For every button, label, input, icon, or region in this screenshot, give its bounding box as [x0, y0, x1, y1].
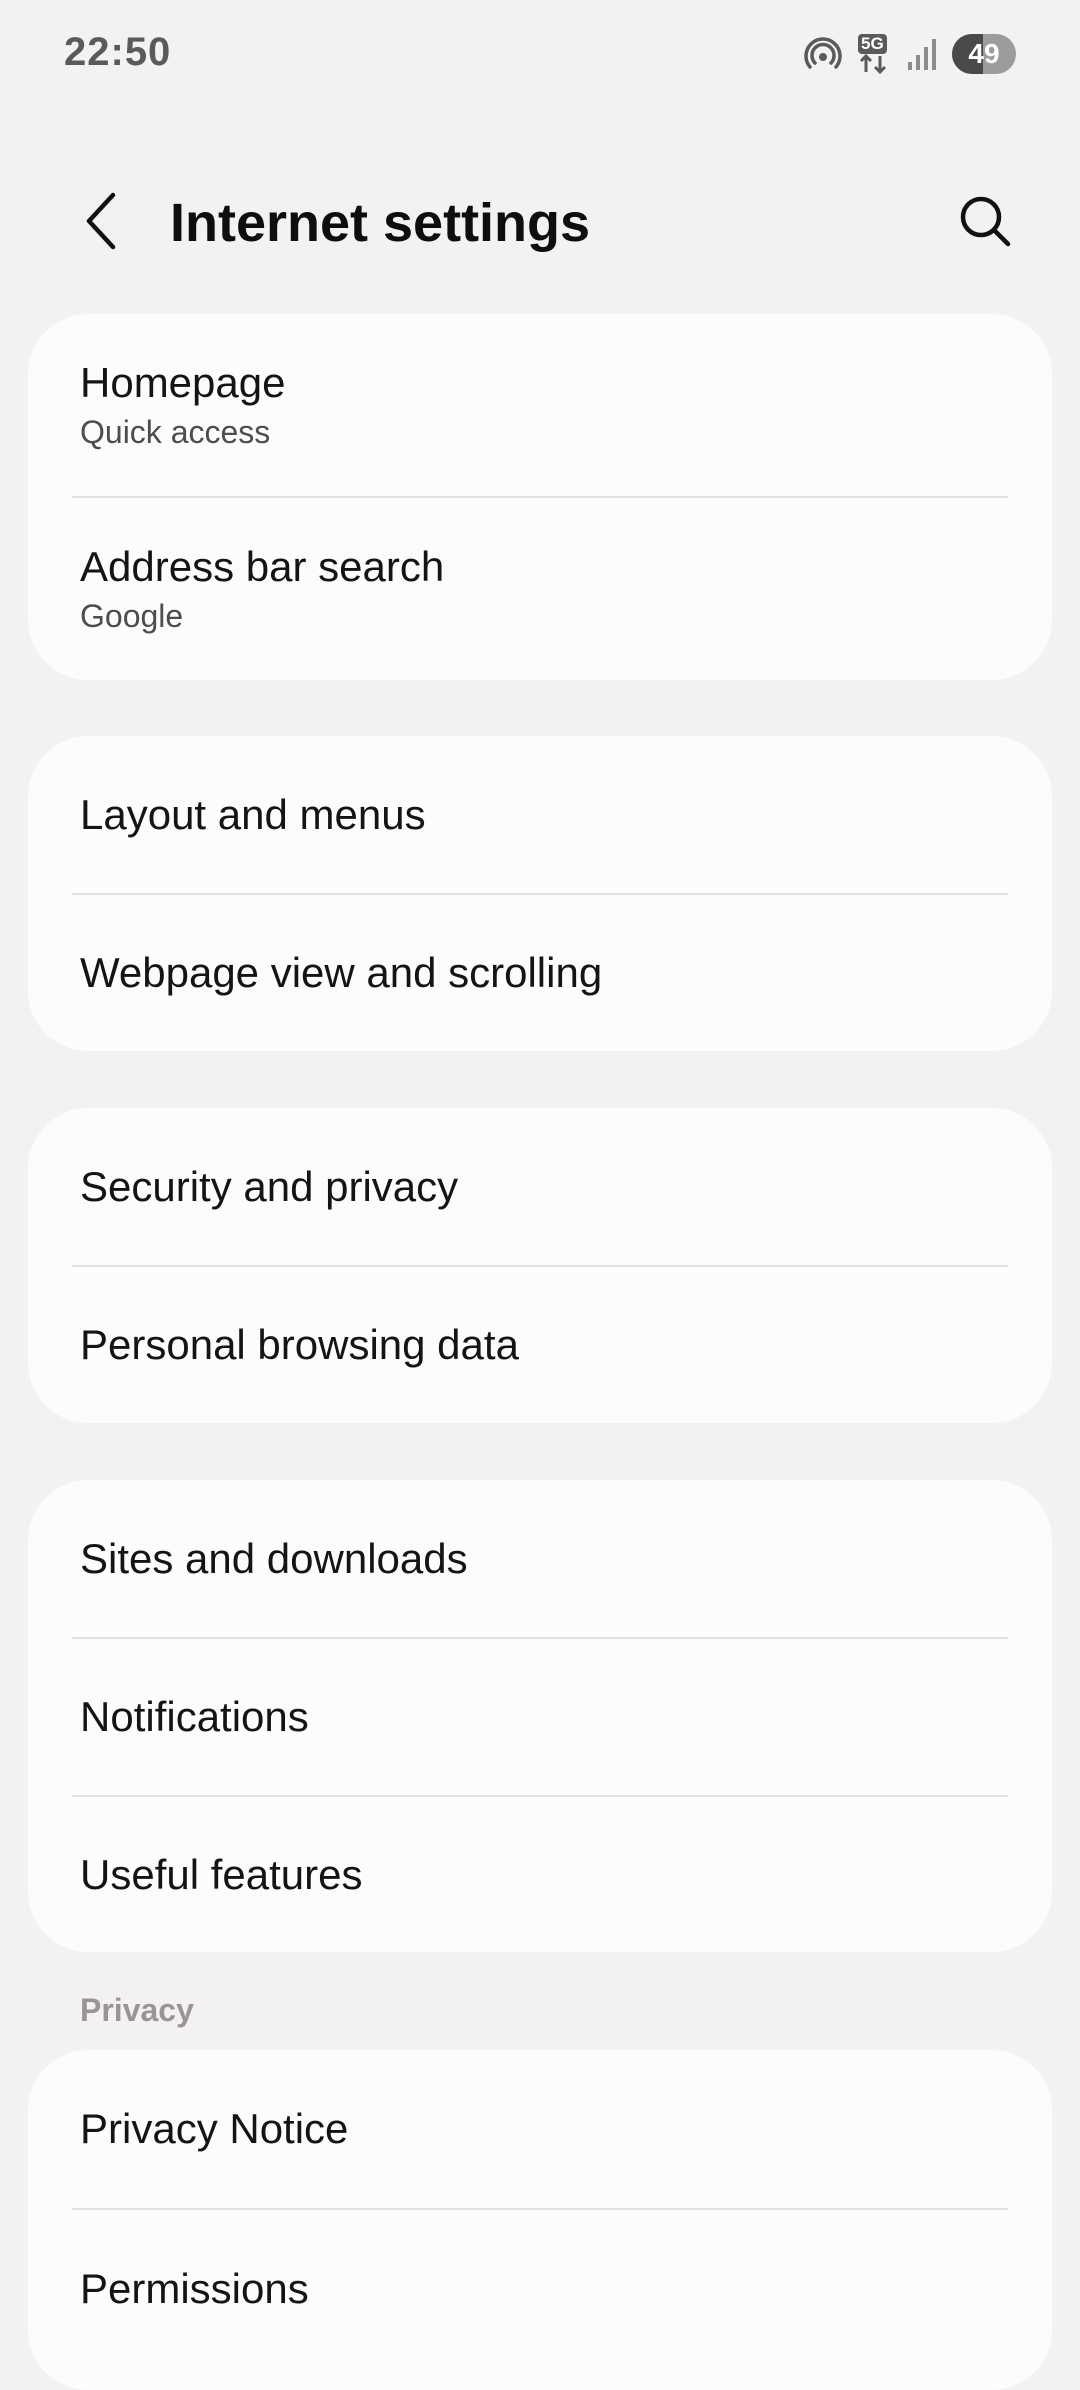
section-label-privacy: Privacy	[80, 1992, 194, 2028]
page-title: Internet settings	[170, 193, 591, 253]
network-5g-icon: 5G	[856, 34, 892, 74]
setting-security-and-privacy[interactable]: Security and privacy	[28, 1108, 1052, 1265]
setting-title: Useful features	[80, 1850, 363, 1898]
battery-level: 49	[968, 38, 1000, 69]
setting-sites-and-downloads[interactable]: Sites and downloads	[28, 1480, 1052, 1637]
hotspot-icon	[804, 35, 842, 73]
setting-layout-and-menus[interactable]: Layout and menus	[28, 736, 1052, 893]
status-icons: 5G 49	[804, 32, 1016, 76]
setting-useful-features[interactable]: Useful features	[28, 1797, 1052, 1952]
setting-value: Quick access	[80, 414, 271, 450]
setting-value: Google	[80, 598, 184, 634]
setting-title: Personal browsing data	[80, 1321, 519, 1368]
search-icon	[957, 193, 1013, 254]
setting-homepage[interactable]: Homepage Quick access	[28, 314, 1052, 496]
setting-title: Sites and downloads	[80, 1534, 468, 1582]
setting-title: Homepage	[80, 359, 286, 406]
settings-group-layout: Layout and menus Webpage view and scroll…	[28, 736, 1052, 1051]
battery-icon: 49	[952, 34, 1016, 74]
network-type-label: 5G	[858, 34, 887, 54]
status-time: 22:50	[64, 30, 172, 74]
settings-group-sites: Sites and downloads Notifications Useful…	[28, 1480, 1052, 1952]
setting-address-bar-search[interactable]: Address bar search Google	[28, 498, 1052, 680]
signal-icon	[906, 36, 938, 72]
settings-group-privacy: Privacy Notice Permissions	[28, 2050, 1052, 2390]
settings-group-security: Security and privacy Personal browsing d…	[28, 1108, 1052, 1423]
setting-title: Privacy Notice	[80, 2105, 349, 2152]
setting-title: Notifications	[80, 1693, 309, 1740]
setting-personal-browsing-data[interactable]: Personal browsing data	[28, 1267, 1052, 1423]
setting-title: Permissions	[80, 2265, 309, 2312]
settings-group-general: Homepage Quick access Address bar search…	[28, 314, 1052, 680]
back-button[interactable]	[66, 188, 136, 258]
setting-title: Webpage view and scrolling	[80, 949, 603, 996]
chevron-left-icon	[83, 191, 119, 256]
setting-notifications[interactable]: Notifications	[28, 1639, 1052, 1795]
setting-title: Layout and menus	[80, 790, 426, 838]
app-header: Internet settings	[0, 170, 1080, 280]
setting-permissions[interactable]: Permissions	[28, 2210, 1052, 2368]
setting-privacy-notice[interactable]: Privacy Notice	[28, 2050, 1052, 2208]
search-button[interactable]	[950, 188, 1020, 258]
setting-title: Address bar search	[80, 543, 445, 590]
setting-webpage-view[interactable]: Webpage view and scrolling	[28, 895, 1052, 1051]
status-bar: 22:50 5G 49	[0, 0, 1080, 110]
setting-title: Security and privacy	[80, 1162, 459, 1210]
